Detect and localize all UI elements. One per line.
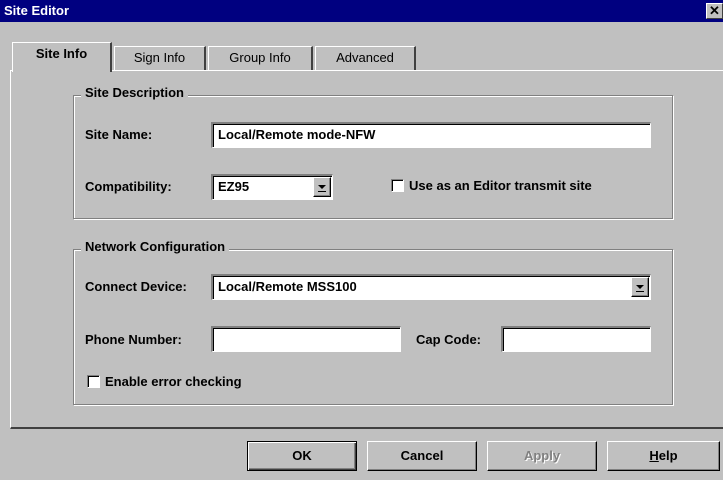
tab-group-info[interactable]: Group Info — [208, 46, 313, 70]
site-name-label: Site Name: — [85, 127, 153, 142]
tab-group-info-label: Group Info — [229, 50, 291, 65]
connect-device-label: Connect Device: — [85, 279, 187, 294]
editor-transmit-checkbox[interactable] — [391, 179, 404, 192]
help-button[interactable]: Help — [607, 441, 720, 471]
tab-site-info-label: Site Info — [35, 46, 88, 61]
cap-code-input[interactable] — [501, 326, 651, 352]
error-checking-checkbox[interactable] — [87, 375, 100, 388]
tab-advanced[interactable]: Advanced — [315, 46, 416, 70]
compatibility-label: Compatibility: — [85, 179, 172, 194]
close-icon[interactable]: ✕ — [706, 3, 723, 19]
ok-button[interactable]: OK — [247, 441, 357, 471]
site-description-legend: Site Description — [81, 85, 188, 100]
site-description-group — [73, 95, 673, 219]
network-configuration-legend: Network Configuration — [81, 239, 230, 254]
tab-site-info[interactable]: Site Info — [12, 42, 112, 72]
editor-transmit-label: Use as an Editor transmit site — [409, 178, 592, 193]
window-title: Site Editor — [4, 3, 70, 18]
help-label-rest: elp — [658, 448, 678, 463]
tab-panel-site-info: Site Description Site Name: Local/Remote… — [10, 70, 723, 429]
site-name-input[interactable]: Local/Remote mode-NFW — [211, 122, 651, 148]
connect-device-select[interactable]: Local/Remote MSS100 — [211, 274, 651, 300]
compatibility-select[interactable]: EZ95 — [211, 174, 333, 200]
compatibility-value: EZ95 — [218, 179, 250, 194]
phone-number-input[interactable] — [211, 326, 401, 352]
chevron-down-icon[interactable] — [631, 277, 649, 297]
tab-sign-info[interactable]: Sign Info — [114, 46, 206, 70]
error-checking-label: Enable error checking — [105, 374, 242, 389]
title-bar: Site Editor ✕ — [0, 0, 723, 22]
apply-button[interactable]: Apply — [487, 441, 597, 471]
cap-code-label: Cap Code: — [416, 332, 481, 347]
help-mnemonic: H — [649, 448, 659, 463]
phone-number-label: Phone Number: — [85, 332, 182, 347]
connect-device-value: Local/Remote MSS100 — [218, 279, 357, 294]
cancel-button[interactable]: Cancel — [367, 441, 477, 471]
tab-sign-info-label: Sign Info — [133, 50, 186, 65]
chevron-down-icon[interactable] — [313, 177, 331, 197]
tab-advanced-label: Advanced — [336, 50, 394, 65]
